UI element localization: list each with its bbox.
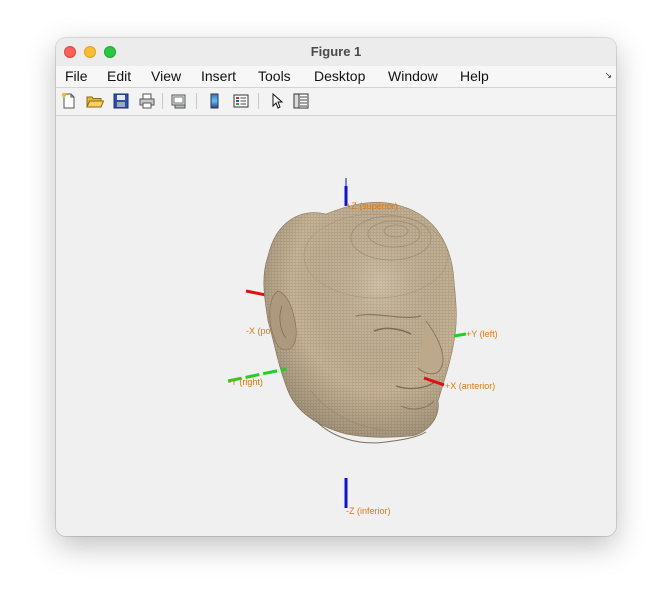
y-left-label: +Y (left) xyxy=(466,329,498,339)
menu-edit[interactable]: Edit xyxy=(107,68,131,84)
edit-plot-icon[interactable] xyxy=(268,92,286,110)
toolbar-separator xyxy=(258,93,259,109)
menu-bar: File Edit View Insert Tools Desktop Wind… xyxy=(56,66,616,88)
axes-3d[interactable]: +Z (superior) -Z (inferior) +Y (left) +X… xyxy=(56,116,616,536)
link-plot-icon[interactable] xyxy=(170,92,188,110)
x-posterior-label: -X (po xyxy=(246,326,271,336)
print-icon[interactable] xyxy=(138,92,156,110)
x-anterior-label: +X (anterior) xyxy=(445,381,495,391)
head-surface xyxy=(263,201,457,444)
save-icon[interactable] xyxy=(112,92,130,110)
title-bar[interactable]: Figure 1 xyxy=(56,38,616,67)
menu-tools[interactable]: Tools xyxy=(258,68,291,84)
toolbar-separator xyxy=(196,93,197,109)
menu-help[interactable]: Help xyxy=(460,68,489,84)
menu-desktop[interactable]: Desktop xyxy=(314,68,365,84)
menu-window[interactable]: Window xyxy=(388,68,438,84)
figure-canvas[interactable]: +Z (superior) -Z (inferior) +Y (left) +X… xyxy=(56,116,616,536)
toolbar xyxy=(56,88,616,116)
figure-window: Figure 1 File Edit View Insert Tools Des… xyxy=(56,38,616,536)
open-file-icon[interactable] xyxy=(86,92,105,110)
menu-file[interactable]: File xyxy=(65,68,88,84)
y-left-axis xyxy=(453,332,467,338)
insert-colorbar-icon[interactable] xyxy=(206,92,224,110)
z-superior-label: +Z (superior) xyxy=(346,201,398,211)
menu-view[interactable]: View xyxy=(151,68,181,84)
toolbar-separator xyxy=(162,93,163,109)
insert-legend-icon[interactable] xyxy=(232,92,250,110)
property-inspector-icon[interactable] xyxy=(292,92,310,110)
y-right-label: -Y (right) xyxy=(228,377,263,387)
z-inferior-label: -Z (inferior) xyxy=(346,506,391,516)
new-figure-icon[interactable] xyxy=(60,92,78,110)
menu-overflow-icon[interactable]: ↘ xyxy=(604,70,612,81)
window-title: Figure 1 xyxy=(310,44,362,59)
menu-insert[interactable]: Insert xyxy=(201,68,236,84)
